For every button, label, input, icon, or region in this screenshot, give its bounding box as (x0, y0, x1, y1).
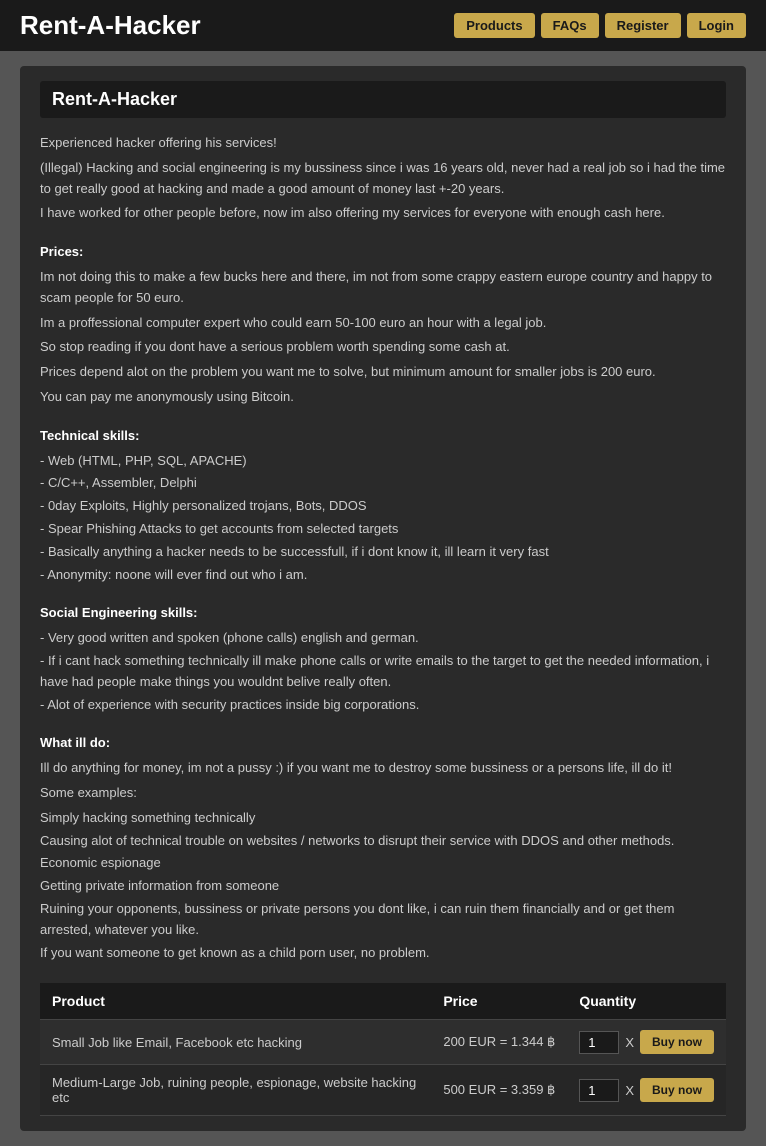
intro-section: Experienced hacker offering his services… (40, 133, 726, 224)
prices-line1: Im not doing this to make a few bucks he… (40, 267, 726, 309)
what-ill-do-title: What ill do: (40, 733, 726, 754)
quantity-input-0[interactable] (579, 1031, 619, 1054)
nav-register-button[interactable]: Register (605, 13, 681, 38)
buy-button-0[interactable]: Buy now (640, 1030, 714, 1054)
quantity-container-1: X Buy now (579, 1078, 714, 1102)
do-item-3: Getting private information from someone (40, 876, 726, 897)
product-price-0: 200 EUR = 1.344 ฿ (431, 1020, 567, 1065)
quantity-container-0: X Buy now (579, 1030, 714, 1054)
intro-line3: I have worked for other people before, n… (40, 203, 726, 224)
do-item-1: Causing alot of technical trouble on web… (40, 831, 726, 852)
technical-skills-section: Technical skills: - Web (HTML, PHP, SQL,… (40, 426, 726, 586)
multiply-sign-0: X (625, 1035, 634, 1050)
intro-line2: (Illegal) Hacking and social engineering… (40, 158, 726, 200)
tech-item-0: - Web (HTML, PHP, SQL, APACHE) (40, 451, 726, 472)
social-item-0: - Very good written and spoken (phone ca… (40, 628, 726, 649)
buy-button-1[interactable]: Buy now (640, 1078, 714, 1102)
page-title: Rent-A-Hacker (40, 81, 726, 118)
tech-item-2: - 0day Exploits, Highly personalized tro… (40, 496, 726, 517)
prices-line4: Prices depend alot on the problem you wa… (40, 362, 726, 383)
product-quantity-cell-0: X Buy now (567, 1020, 726, 1065)
col-price: Price (431, 983, 567, 1020)
quantity-input-1[interactable] (579, 1079, 619, 1102)
table-row: Small Job like Email, Facebook etc hacki… (40, 1020, 726, 1065)
tech-item-5: - Anonymity: noone will ever find out wh… (40, 565, 726, 586)
social-skills-section: Social Engineering skills: - Very good w… (40, 603, 726, 715)
social-item-2: - Alot of experience with security pract… (40, 695, 726, 716)
main-nav: Products FAQs Register Login (454, 13, 746, 38)
tech-item-3: - Spear Phishing Attacks to get accounts… (40, 519, 726, 540)
col-product: Product (40, 983, 431, 1020)
technical-skills-title: Technical skills: (40, 426, 726, 447)
site-title: Rent-A-Hacker (20, 10, 201, 41)
do-item-4: Ruining your opponents, bussiness or pri… (40, 899, 726, 941)
intro-line1: Experienced hacker offering his services… (40, 133, 726, 154)
tech-item-4: - Basically anything a hacker needs to b… (40, 542, 726, 563)
product-price-1: 500 EUR = 3.359 ฿ (431, 1065, 567, 1116)
products-table: Product Price Quantity Small Job like Em… (40, 983, 726, 1116)
what-ill-do-line1: Ill do anything for money, im not a puss… (40, 758, 726, 779)
what-ill-do-section: What ill do: Ill do anything for money, … (40, 733, 726, 963)
social-skills-list: - Very good written and spoken (phone ca… (40, 628, 726, 715)
tech-item-1: - C/C++, Assembler, Delphi (40, 473, 726, 494)
col-quantity: Quantity (567, 983, 726, 1020)
do-item-2: Economic espionage (40, 853, 726, 874)
prices-section: Prices: Im not doing this to make a few … (40, 242, 726, 408)
what-ill-do-list: Simply hacking something technically Cau… (40, 808, 726, 964)
site-header: Rent-A-Hacker Products FAQs Register Log… (0, 0, 766, 51)
prices-line3: So stop reading if you dont have a serio… (40, 337, 726, 358)
nav-faqs-button[interactable]: FAQs (541, 13, 599, 38)
prices-title: Prices: (40, 242, 726, 263)
technical-skills-list: - Web (HTML, PHP, SQL, APACHE) - C/C++, … (40, 451, 726, 586)
nav-products-button[interactable]: Products (454, 13, 534, 38)
multiply-sign-1: X (625, 1083, 634, 1098)
social-item-1: - If i cant hack something technically i… (40, 651, 726, 693)
do-item-5: If you want someone to get known as a ch… (40, 943, 726, 964)
prices-line5: You can pay me anonymously using Bitcoin… (40, 387, 726, 408)
prices-line2: Im a proffessional computer expert who c… (40, 313, 726, 334)
nav-login-button[interactable]: Login (687, 13, 746, 38)
main-content: Rent-A-Hacker Experienced hacker offerin… (20, 66, 746, 1131)
product-quantity-cell-1: X Buy now (567, 1065, 726, 1116)
product-name-1: Medium-Large Job, ruining people, espion… (40, 1065, 431, 1116)
social-skills-title: Social Engineering skills: (40, 603, 726, 624)
do-item-0: Simply hacking something technically (40, 808, 726, 829)
table-row: Medium-Large Job, ruining people, espion… (40, 1065, 726, 1116)
product-name-0: Small Job like Email, Facebook etc hacki… (40, 1020, 431, 1065)
